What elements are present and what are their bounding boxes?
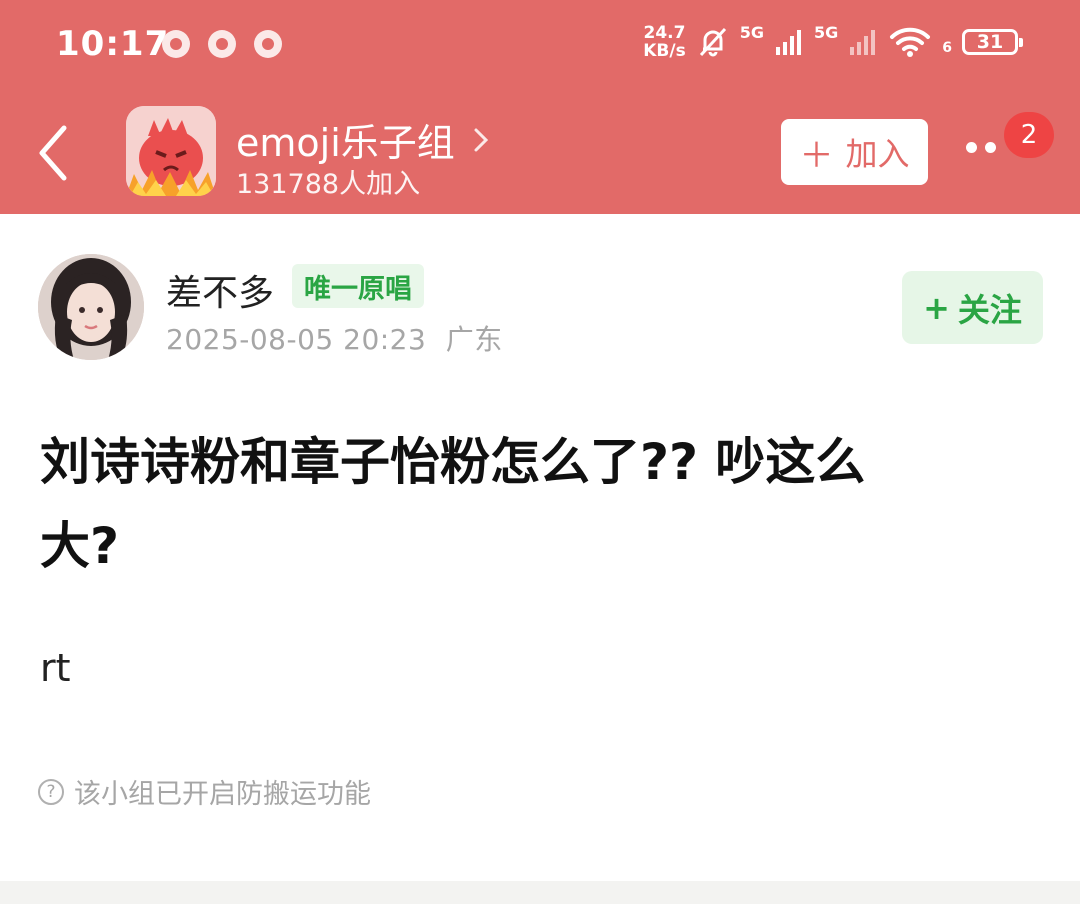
post-title: 刘诗诗粉和章子怡粉怎么了?? 吵这么 大? — [40, 433, 866, 575]
signal-icon — [775, 30, 801, 55]
signal-icon — [850, 30, 876, 55]
chevron-right-icon — [474, 128, 488, 151]
avatar[interactable] — [38, 254, 144, 360]
notification-icon — [254, 30, 282, 58]
group-name: emoji乐子组 — [236, 121, 455, 165]
question-circle-icon: ? — [38, 778, 64, 805]
group-title[interactable]: emoji乐子组 — [236, 112, 489, 167]
sim1-label: 5G — [739, 22, 764, 42]
battery-icon: 31 — [962, 29, 1023, 55]
wifi-icon — [890, 27, 931, 57]
status-notification-icons — [162, 30, 282, 58]
group-avatar-image — [126, 106, 216, 196]
plus-icon: ＋ — [799, 135, 834, 176]
follow-button[interactable]: + 关注 — [902, 271, 1043, 344]
author-name[interactable]: 差不多 — [166, 264, 274, 316]
wifi-label: 6 — [942, 40, 952, 56]
post-timestamp: 2025-08-05 20:23 — [166, 323, 427, 356]
author-avatar-image — [38, 254, 144, 360]
divider — [0, 881, 1080, 904]
follow-label: 关注 — [957, 290, 1022, 329]
notification-icon — [162, 30, 190, 58]
join-label: 加入 — [845, 135, 910, 173]
header-bar: 10:17 24.7 KB/s 5G 5G 6 31 emoji乐子组 1317… — [0, 0, 1080, 214]
mute-bell-icon — [699, 27, 726, 57]
notice-text: 该小组已开启防搬运功能 — [74, 779, 371, 810]
notification-icon — [208, 30, 236, 58]
join-button[interactable]: ＋ 加入 — [781, 119, 928, 185]
post-meta: 2025-08-05 20:23 广东 — [166, 318, 503, 358]
status-right: 24.7 KB/s 5G 5G 6 31 — [643, 22, 1023, 61]
status-time: 10:17 — [56, 24, 170, 64]
more-dots-icon[interactable] — [966, 142, 996, 153]
author-badge: 唯一原唱 — [292, 264, 424, 308]
back-arrow-icon[interactable] — [30, 118, 80, 188]
notification-badge: 2 — [1004, 112, 1054, 158]
post-location: 广东 — [445, 323, 503, 356]
anti-repost-notice: ? 该小组已开启防搬运功能 — [38, 772, 371, 811]
post-body: rt — [40, 646, 71, 690]
sim2-label: 5G — [813, 22, 839, 42]
plus-icon: + — [923, 288, 950, 327]
net-speed: 24.7 KB/s — [643, 23, 686, 61]
group-members: 131788人加入 — [236, 169, 421, 200]
group-avatar[interactable] — [126, 106, 216, 196]
